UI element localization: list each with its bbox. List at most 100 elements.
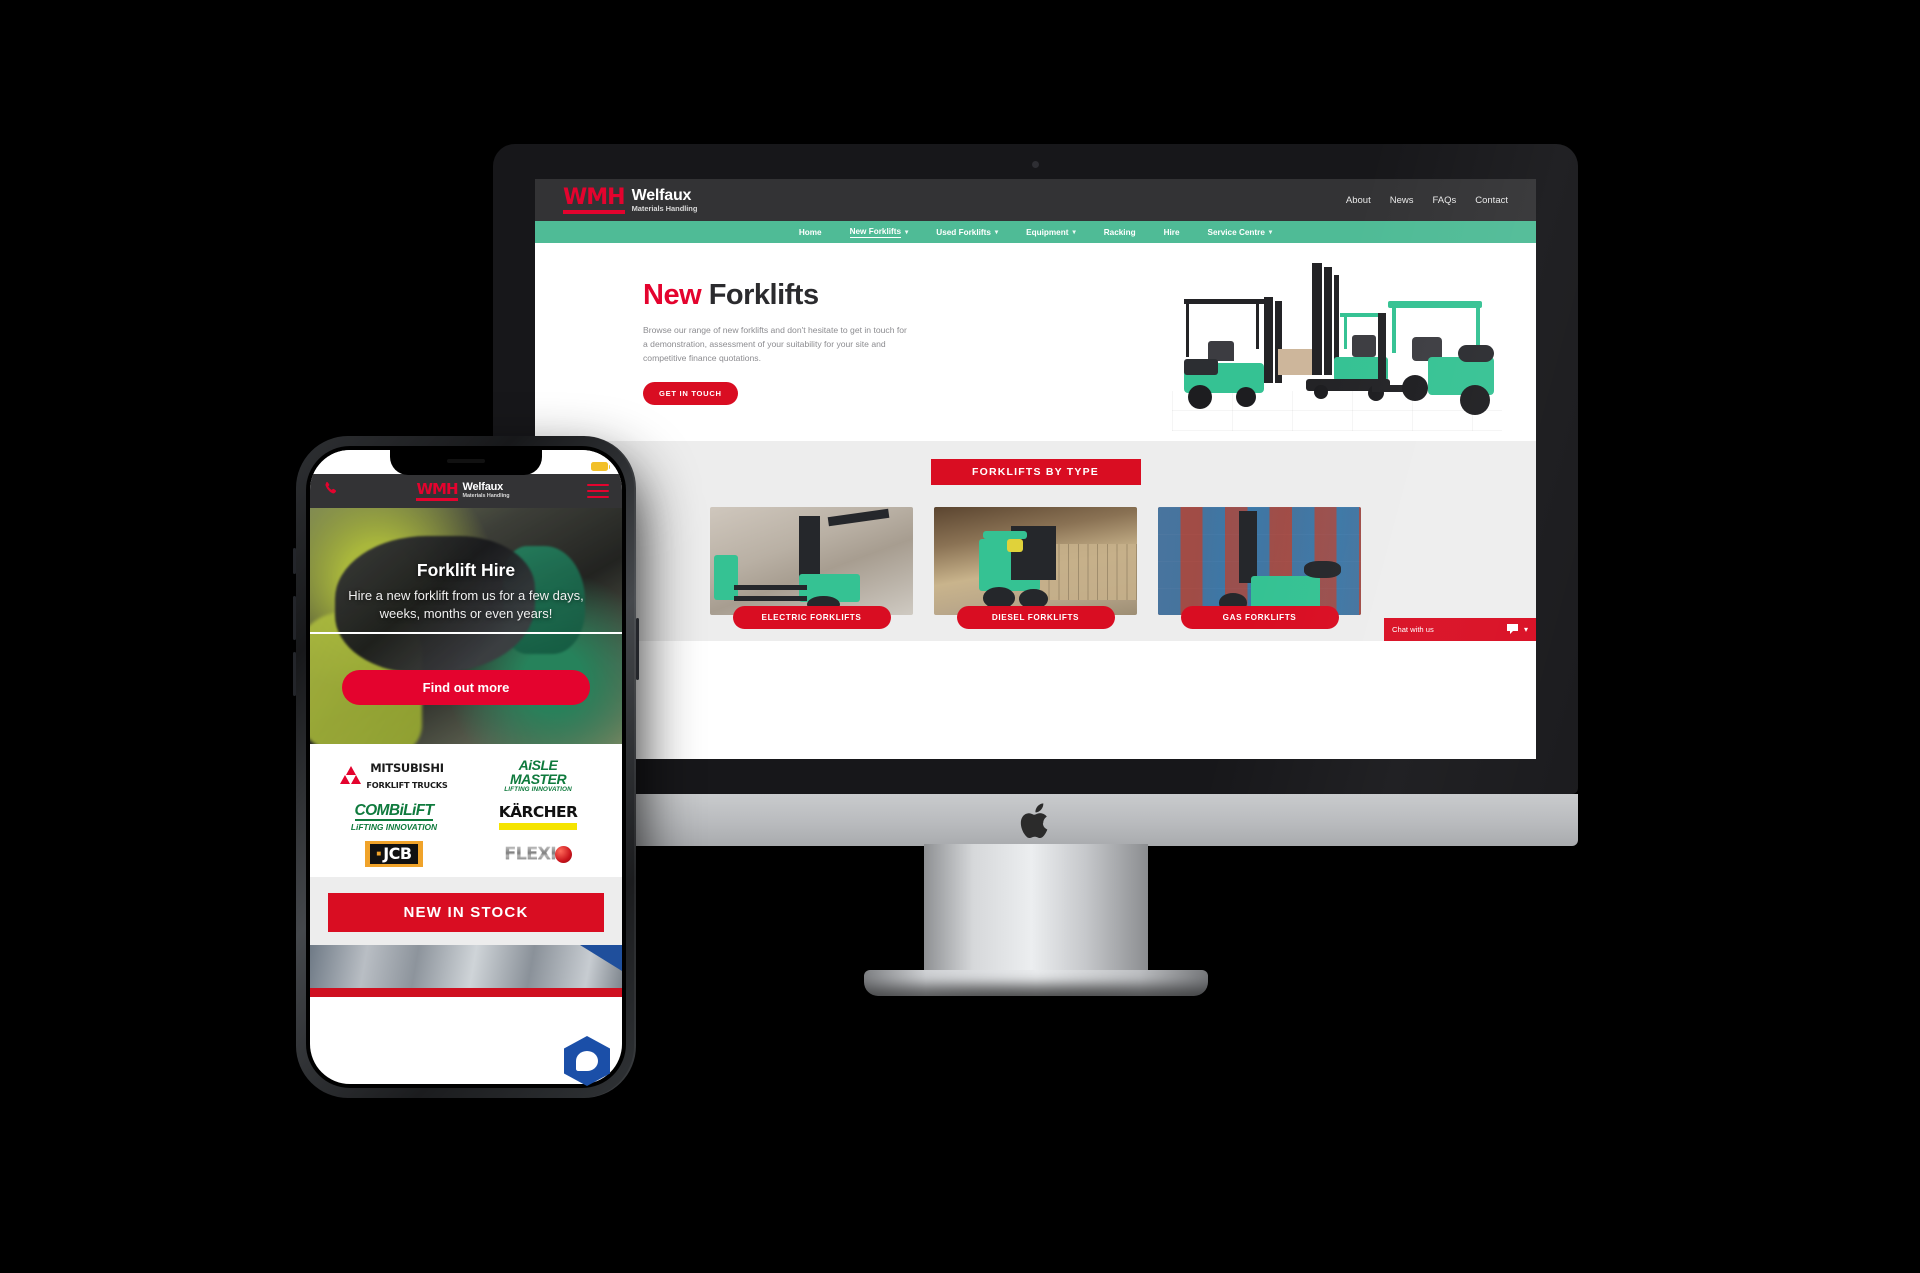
brand-logo-karcher[interactable]: KÄRCHER <box>498 805 578 830</box>
brand-logo-mitsubishi[interactable]: MITSUBISHI FORKLIFT TRUCKS <box>340 760 448 792</box>
volume-down-button[interactable] <box>293 652 296 696</box>
nav-label: Home <box>798 227 822 237</box>
power-button[interactable] <box>636 618 639 680</box>
new-in-stock-section: NEW IN STOCK <box>310 877 622 946</box>
imac-bezel: WMH Welfaux Materials Handling About New… <box>493 144 1578 794</box>
mobile-site-logo[interactable]: WMH Welfaux Materials Handling <box>416 481 510 501</box>
iphone-device: WMH Welfaux Materials Handling Forklift … <box>293 436 639 1098</box>
nav-item-service-centre[interactable]: Service Centre ▾ <box>1194 228 1287 237</box>
imac-stand-neck <box>923 844 1148 974</box>
phone-icon[interactable] <box>323 481 339 502</box>
type-card-diesel[interactable]: DIESEL FORKLIFTS <box>934 507 1137 629</box>
battery-icon <box>591 461 610 471</box>
mitsubishi-triangles-icon <box>340 765 362 786</box>
top-link-news[interactable]: News <box>1390 195 1414 206</box>
silent-switch[interactable] <box>293 548 296 574</box>
brand-name-line1: AiSLE <box>518 757 558 773</box>
electric-forklifts-button[interactable]: ELECTRIC FORKLIFTS <box>732 606 891 629</box>
notch <box>390 450 542 475</box>
nav-label: Racking <box>1103 227 1136 237</box>
status-bar <box>310 450 622 475</box>
diesel-forklifts-button[interactable]: DIESEL FORKLIFTS <box>956 606 1115 629</box>
chevron-down-icon[interactable]: ▾ <box>1524 625 1528 634</box>
hero-forklifts-image <box>1172 249 1502 439</box>
mobile-hero-section: Forklift Hire Hire a new forklift from u… <box>310 508 622 744</box>
nav-item-hire[interactable]: Hire <box>1150 228 1194 237</box>
brand-name: FLEXI <box>504 843 557 865</box>
nav-label: New Forklifts <box>849 226 902 238</box>
top-link-faqs[interactable]: FAQs <box>1432 195 1456 206</box>
nav-label: Equipment <box>1026 227 1069 237</box>
nav-item-home[interactable]: Home <box>785 228 836 237</box>
hero-title: New Forklifts <box>643 279 865 312</box>
gas-forklifts-button[interactable]: GAS FORKLIFTS <box>1180 606 1339 629</box>
volume-up-button[interactable] <box>293 596 296 640</box>
chevron-down-icon: ▾ <box>1072 229 1076 236</box>
brand-name: JCB <box>383 844 412 864</box>
logo-name-line1: Welfaux <box>462 481 504 494</box>
find-out-more-button[interactable]: Find out more <box>342 670 590 705</box>
nav-item-racking[interactable]: Racking <box>1090 228 1150 237</box>
type-card-electric[interactable]: ELECTRIC FORKLIFTS <box>710 507 913 629</box>
brand-logo-combilift[interactable]: COMBiLiFT LiFTING INNOVATION <box>351 803 437 831</box>
nav-label: Service Centre <box>1207 227 1265 237</box>
type-card-image <box>934 507 1137 615</box>
mobile-header: WMH Welfaux Materials Handling <box>310 474 622 508</box>
logo-name-line2: Materials Handling <box>631 203 698 213</box>
top-link-contact[interactable]: Contact <box>1475 195 1508 206</box>
brand-name: COMBiLiFT <box>354 802 434 821</box>
nav-item-equipment[interactable]: Equipment ▾ <box>1012 228 1090 237</box>
new-in-stock-button[interactable]: NEW IN STOCK <box>328 893 604 933</box>
desktop-viewport: WMH Welfaux Materials Handling About New… <box>535 179 1536 759</box>
brand-subtitle: LiFTING INNOVATION <box>350 821 438 832</box>
wifi-icon <box>576 457 587 475</box>
forklift-illustration-3 <box>1372 301 1500 427</box>
imac-device: WMH Welfaux Materials Handling About New… <box>493 144 1578 1054</box>
nav-item-new-forklifts[interactable]: New Forklifts ▾ <box>836 227 923 238</box>
hero-title-rest: Forklifts <box>701 279 819 312</box>
forklifts-by-type-section: FORKLIFTS BY TYPE ELECTRIC FORKLIFTS DIE… <box>535 441 1536 641</box>
logo-name-line2: Materials Handling <box>462 493 510 500</box>
chat-widget-bar[interactable]: Chat with us ▾ <box>1384 618 1536 641</box>
brand-subtitle: LIFTING INNOVATION <box>504 786 572 793</box>
chevron-down-icon: ▾ <box>994 229 999 236</box>
chat-bubble-icon[interactable] <box>1506 621 1518 639</box>
type-card-image <box>1158 507 1361 615</box>
signal-bars-icon <box>557 461 572 471</box>
mobile-hero-title: Forklift Hire <box>416 560 516 580</box>
type-card-gas[interactable]: GAS FORKLIFTS <box>1158 507 1361 629</box>
section-badge: FORKLIFTS BY TYPE <box>930 459 1141 485</box>
get-in-touch-button[interactable]: GET IN TOUCH <box>643 381 738 405</box>
iphone-frame: WMH Welfaux Materials Handling Forklift … <box>293 436 639 1098</box>
type-card-grid: ELECTRIC FORKLIFTS DIESEL FORKLIFTS GAS … <box>535 507 1536 629</box>
jcb-emblem-icon: ■ <box>376 849 382 859</box>
nav-label: Used Forklifts <box>936 227 991 237</box>
mobile-bottom-image <box>310 945 622 998</box>
apple-logo-icon <box>1020 803 1052 841</box>
brand-logo-aisle-master[interactable]: AiSLE MASTER LIFTING INNOVATION <box>504 758 572 793</box>
type-card-image <box>710 507 913 615</box>
imac-stand-shadow <box>735 984 1336 1054</box>
mobile-hero-paragraph: Hire a new forklift from us for a few da… <box>348 588 584 621</box>
brand-logo-jcb[interactable]: ■ JCB <box>365 841 423 868</box>
mobile-chat-launcher[interactable] <box>564 1036 610 1086</box>
brand-logo-section: MITSUBISHI FORKLIFT TRUCKS AiSLE MASTER … <box>310 744 622 878</box>
chat-bubble-hexagon-icon <box>564 1036 610 1086</box>
brand-logo-flexi[interactable]: FLEXI <box>504 845 572 863</box>
imac-camera-icon <box>1032 161 1039 168</box>
wmh-logo-mark: WMH <box>416 481 459 501</box>
chevron-down-icon: ▾ <box>1268 229 1273 236</box>
top-link-about[interactable]: About <box>1346 195 1371 206</box>
hero-divider <box>310 632 622 634</box>
speaker-grille <box>447 459 485 463</box>
site-logo[interactable]: WMH Welfaux Materials Handling <box>563 186 698 214</box>
brand-name-line2: MASTER <box>509 771 567 787</box>
brand-name: MITSUBISHI <box>370 760 444 775</box>
scene-root: WMH Welfaux Materials Handling About New… <box>0 0 1920 1273</box>
karcher-yellow-bar <box>498 822 578 830</box>
hamburger-menu-icon[interactable] <box>587 484 609 498</box>
chevron-down-icon: ▾ <box>905 229 909 236</box>
logo-name-line1: Welfaux <box>631 186 692 204</box>
main-nav: Home New Forklifts ▾ Used Forklifts ▾ Eq… <box>535 221 1536 243</box>
nav-item-used-forklifts[interactable]: Used Forklifts ▾ <box>922 228 1012 237</box>
